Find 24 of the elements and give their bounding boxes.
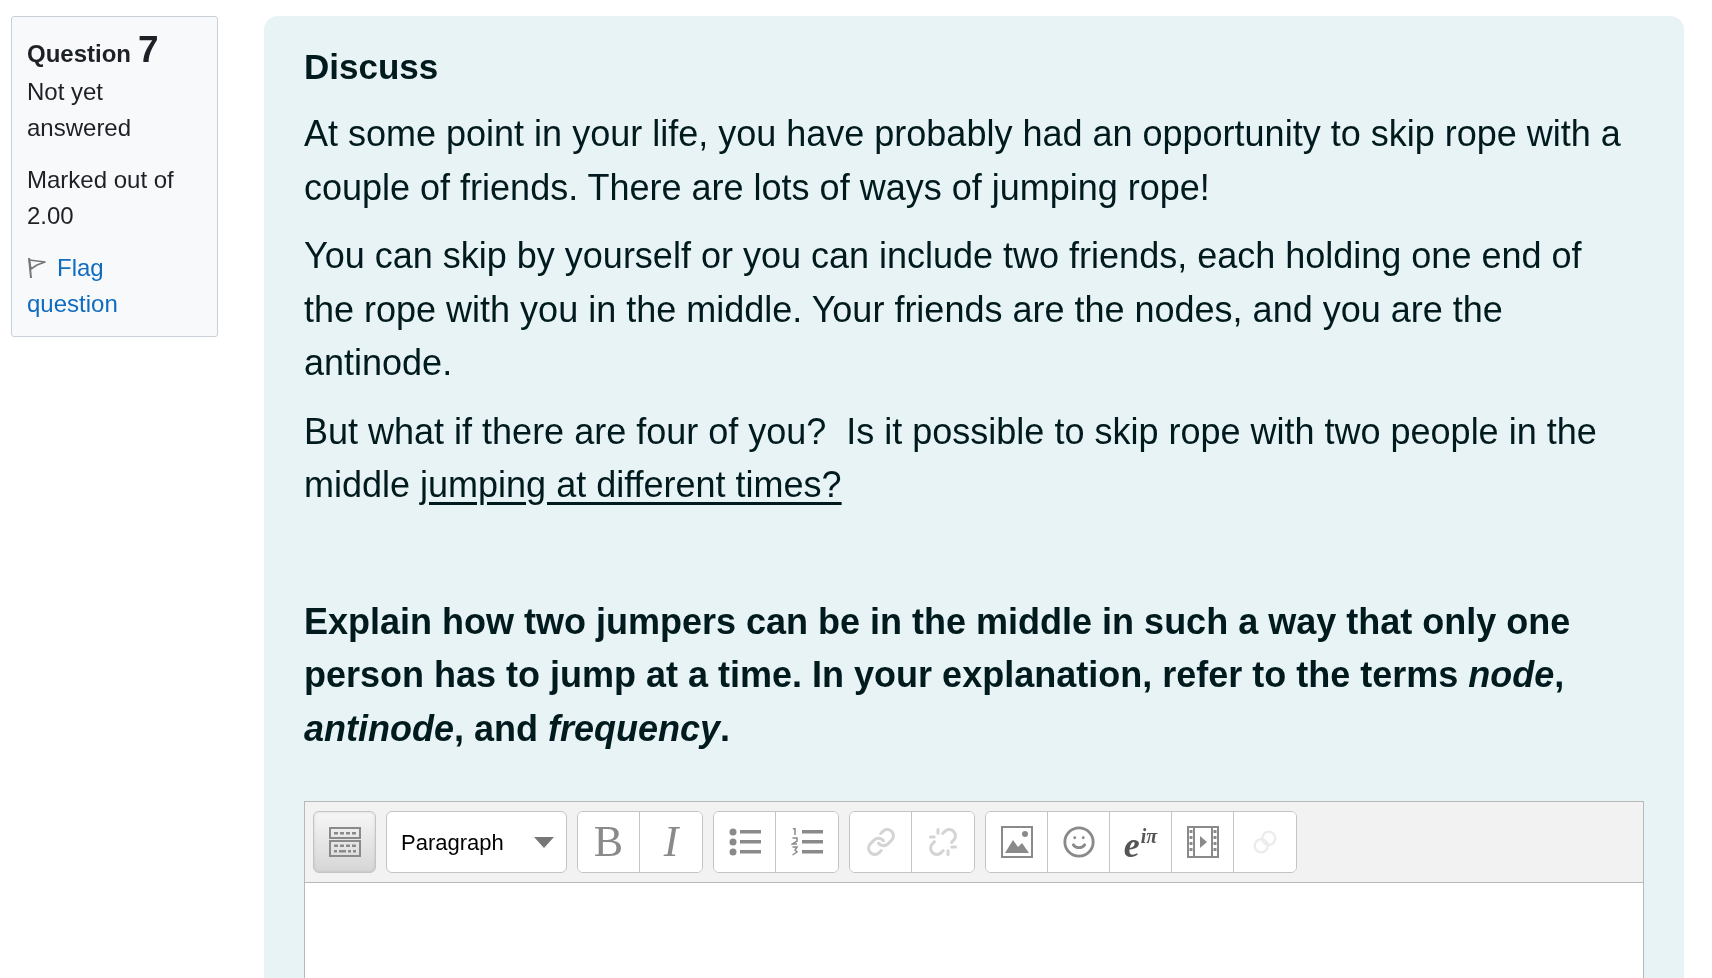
question-heading: Discuss	[304, 46, 440, 88]
question-status: Not yet answered	[27, 77, 133, 143]
flag-question-link[interactable]: Flag question	[27, 250, 187, 322]
bullet-list-icon	[728, 828, 761, 856]
caret-icon	[534, 836, 554, 848]
keyboard-icon	[328, 827, 361, 857]
image-button[interactable]	[986, 812, 1048, 872]
numbered-list-icon	[791, 828, 823, 856]
question-mark: Marked out of 2.00	[27, 165, 175, 231]
bullet-list-button[interactable]	[714, 812, 776, 872]
paragraph-dropdown[interactable]: Paragraph	[386, 811, 567, 873]
smiley-icon	[1061, 825, 1096, 859]
question-label: Question	[27, 39, 131, 69]
film-strip-icon	[1186, 826, 1219, 858]
show-more-button[interactable]	[313, 811, 376, 873]
bold-button[interactable]: B	[578, 812, 640, 872]
link-icon	[865, 827, 896, 857]
question-paragraph: But what if there are four of you? Is it possible to skip rope with two people in the middle jumping at different times?	[304, 409, 1598, 507]
question-prompt: Explain how two jumpers can be in the middle in such a way that only one person has to jump at a time. In your explanation, refer to the terms node, antinode, and frequency.	[304, 599, 1572, 751]
image-icon	[1000, 826, 1033, 858]
broken-link-icon	[928, 827, 958, 857]
question-paragraph: At some point in your life, you have probably had an opportunity to skip rope with a couple of friends. There are lots of ways of jumping rope!	[304, 112, 1622, 210]
question-paragraph: You can skip by yourself or you can include two friends, each holding one end of the rope with you in the middle. Your friends are the nodes, and you are the antinode.	[304, 234, 1583, 385]
question-number: 7	[138, 28, 159, 72]
